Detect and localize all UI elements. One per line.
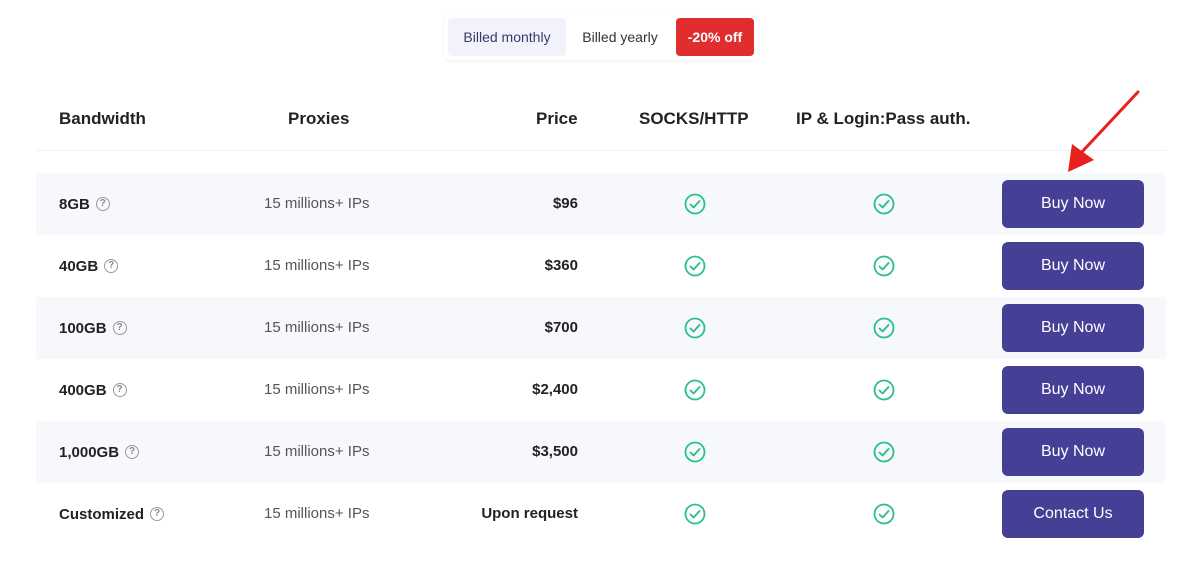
header-divider <box>36 150 1166 151</box>
price-value: $360 <box>544 257 578 274</box>
table-row: Customized ? 15 millions+ IPs Upon reque… <box>36 483 1166 545</box>
auth-check-icon <box>873 255 895 277</box>
bandwidth-cell: 8GB ? <box>59 173 110 235</box>
bandwidth-cell: 40GB ? <box>59 235 119 297</box>
buy-now-button[interactable]: Buy Now <box>1002 428 1144 476</box>
table-row: 100GB ? 15 millions+ IPs $700 Buy Now <box>36 297 1166 359</box>
price-value: $700 <box>544 319 578 336</box>
bandwidth-value: 8GB <box>59 195 90 213</box>
bandwidth-cell: Customized ? <box>59 483 165 545</box>
auth-check-icon <box>873 317 895 339</box>
question-circle-icon[interactable]: ? <box>95 197 110 211</box>
bandwidth-cell: 1,000GB ? <box>59 421 140 483</box>
proxies-value: 15 millions+ IPs <box>264 443 370 460</box>
header-proxies: Proxies <box>288 109 350 128</box>
buy-now-button[interactable]: Buy Now <box>1002 180 1144 228</box>
proxies-value: 15 millions+ IPs <box>264 319 370 336</box>
question-circle-icon[interactable]: ? <box>150 507 165 521</box>
billed-monthly-tab[interactable]: Billed monthly <box>448 18 566 56</box>
socks-http-check-icon <box>684 317 706 339</box>
proxies-value: 15 millions+ IPs <box>264 381 370 398</box>
price-value: $2,400 <box>532 381 578 398</box>
proxies-value: 15 millions+ IPs <box>264 257 370 274</box>
bandwidth-cell: 100GB ? <box>59 297 127 359</box>
header-price: Price <box>536 109 578 128</box>
bandwidth-value: 100GB <box>59 319 107 337</box>
socks-http-check-icon <box>684 255 706 277</box>
question-circle-icon[interactable]: ? <box>112 383 127 397</box>
buy-now-button[interactable]: Buy Now <box>1002 304 1144 352</box>
table-row: 400GB ? 15 millions+ IPs $2,400 Buy Now <box>36 359 1166 421</box>
bandwidth-value: 1,000GB <box>59 443 120 461</box>
socks-http-check-icon <box>684 379 706 401</box>
question-circle-icon[interactable]: ? <box>104 259 119 273</box>
billed-yearly-tab[interactable]: Billed yearly <box>570 18 670 56</box>
discount-badge[interactable]: -20% off <box>676 18 754 56</box>
red-arrow-icon <box>1068 90 1140 172</box>
bandwidth-value: 400GB <box>59 381 107 399</box>
auth-check-icon <box>873 193 895 215</box>
price-value: $3,500 <box>532 443 578 460</box>
question-circle-icon[interactable]: ? <box>112 321 127 335</box>
question-circle-icon[interactable]: ? <box>125 445 140 459</box>
socks-http-check-icon <box>684 193 706 215</box>
buy-now-button[interactable]: Buy Now <box>1002 242 1144 290</box>
price-value: $96 <box>552 195 578 212</box>
auth-check-icon <box>873 503 895 525</box>
bandwidth-value: Customized <box>59 505 145 523</box>
table-row: 8GB ? 15 millions+ IPs $96 Buy Now <box>36 173 1166 235</box>
bandwidth-cell: 400GB ? <box>59 359 127 421</box>
bandwidth-value: 40GB <box>59 257 99 275</box>
contact-us-button[interactable]: Contact Us <box>1002 490 1144 538</box>
socks-http-check-icon <box>684 503 706 525</box>
table-row: 40GB ? 15 millions+ IPs $360 Buy Now <box>36 235 1166 297</box>
proxies-value: 15 millions+ IPs <box>264 195 370 212</box>
auth-check-icon <box>873 441 895 463</box>
socks-http-check-icon <box>684 441 706 463</box>
header-socks-http: SOCKS/HTTP <box>639 109 749 128</box>
header-auth: IP & Login:Pass auth. <box>796 109 971 128</box>
proxies-value: 15 millions+ IPs <box>264 505 370 522</box>
billing-toggle: Billed monthly Billed yearly -20% off <box>444 14 758 60</box>
header-bandwidth: Bandwidth <box>59 109 146 128</box>
buy-now-button[interactable]: Buy Now <box>1002 366 1144 414</box>
auth-check-icon <box>873 379 895 401</box>
price-value: Upon request <box>481 505 578 522</box>
table-row: 1,000GB ? 15 millions+ IPs $3,500 Buy No… <box>36 421 1166 483</box>
